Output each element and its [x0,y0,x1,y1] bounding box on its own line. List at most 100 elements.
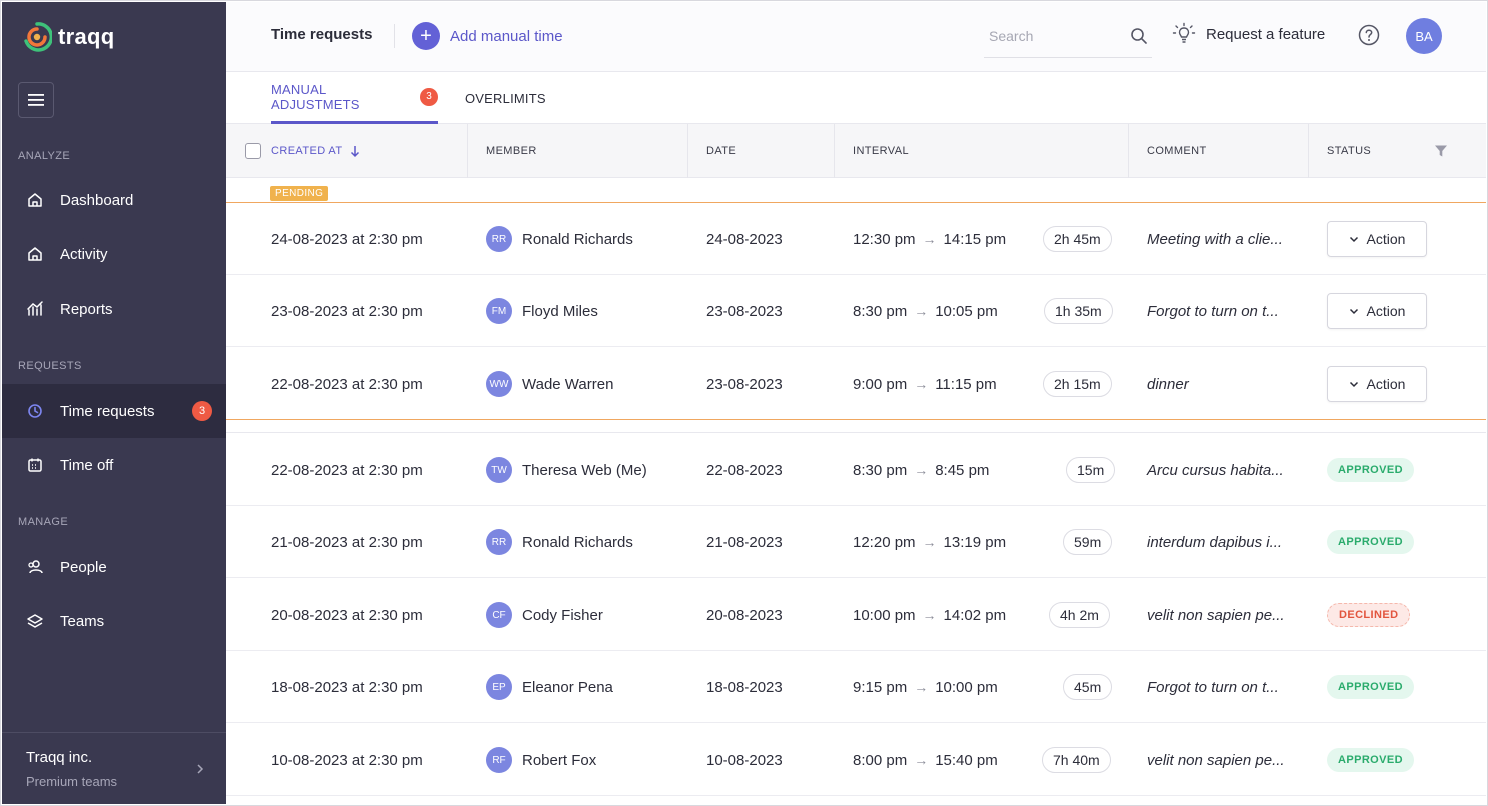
interval-start: 9:00 pm [853,375,908,393]
column-divider [687,124,688,178]
duration-pill: 59m [1063,529,1113,555]
clock-history-icon [28,404,42,418]
comment-cell: dinner [1147,375,1189,393]
date-cell: 21-08-2023 [706,533,783,551]
sidebar: traqq ANALYZE Dashboard Activity Reports… [2,2,226,804]
member-name: Eleanor Pena [522,678,613,696]
date-cell: 10-08-2023 [706,751,783,769]
sidebar-item-reports[interactable]: Reports [2,282,226,336]
logo-text: traqq [58,24,115,49]
home-icon [28,193,42,207]
column-header-created-at[interactable]: CREATED AT [271,124,360,178]
sidebar-item-label: Time off [60,456,114,474]
member-name: Floyd Miles [522,302,598,320]
created-at-cell: 24-08-2023 at 2:30 pm [271,230,423,248]
member-cell: EP Eleanor Pena [486,651,613,723]
chevron-down-icon [1349,236,1358,242]
help-icon[interactable] [1358,24,1380,46]
interval-end: 14:02 pm [943,606,1007,624]
comment-cell: Forgot to turn on t... [1147,302,1279,320]
layers-icon [27,614,43,628]
tab-label: OVERLIMITS [465,90,546,106]
column-label: CREATED AT [271,145,343,157]
interval-end: 10:05 pm [935,302,998,320]
section-label-analyze: ANALYZE [18,150,71,162]
arrow-right-icon: → [922,231,937,247]
section-label-manage: MANAGE [18,516,69,528]
hamburger-icon [28,94,44,106]
table-row[interactable]: 20-08-2023 at 2:30 pm CF Cody Fisher 20-08-… [226,579,1486,651]
comment-cell: Forgot to turn on t... [1147,678,1279,696]
sidebar-item-time-requests[interactable]: Time requests 3 [2,384,226,438]
table-row[interactable]: 18-08-2023 at 2:30 pm EP Eleanor Pena 18-08… [226,651,1486,723]
table-row[interactable]: 10-08-2023 at 2:30 pm RF Robert Fox 10-08-2… [226,724,1486,796]
header-divider [394,24,395,48]
interval-cell: 9:15 pm → 10:00 pm [853,651,998,723]
search-icon[interactable] [1130,27,1148,45]
add-manual-time-button[interactable]: + Add manual time [412,22,563,50]
arrow-right-icon: → [914,376,929,392]
action-dropdown-button[interactable]: Action [1327,293,1427,329]
table-row[interactable]: 24-08-2023 at 2:30 pm RR Ronald Richards 24… [226,203,1486,275]
column-label: STATUS [1327,145,1372,157]
logo[interactable]: traqq [22,20,115,54]
action-label: Action [1366,231,1406,247]
duration-pill: 7h 40m [1042,747,1111,773]
date-cell: 20-08-2023 [706,606,783,624]
chevron-right-icon [197,764,204,774]
sidebar-item-label: People [60,558,107,576]
tab-label: MANUAL ADJUSTMETS [271,81,360,112]
tab-manual-adjustments[interactable]: MANUAL ADJUSTMETS 3 [271,72,438,124]
people-icon [28,560,43,574]
select-all-checkbox[interactable] [245,143,261,159]
comment-cell: velit non sapien pe... [1147,606,1285,624]
sidebar-item-time-off[interactable]: Time off [2,438,226,492]
pending-group-tag: PENDING [270,186,329,201]
table-row[interactable]: 21-08-2023 at 2:30 pm RR Ronald Richards 21… [226,506,1486,578]
interval-start: 8:00 pm [853,751,908,769]
member-avatar: FM [486,298,512,324]
request-feature-button[interactable]: Request a feature [1172,22,1325,46]
column-header-comment: COMMENT [1147,124,1207,178]
sidebar-item-teams[interactable]: Teams [2,594,226,648]
status-badge: DECLINED [1327,603,1411,627]
tab-overlimits[interactable]: OVERLIMITS [465,72,546,124]
member-name: Cody Fisher [522,606,603,624]
column-header-status: STATUS [1327,124,1371,178]
table-row[interactable]: 22-08-2023 at 2:30 pm WW Wade Warren 23-08-… [226,348,1486,420]
chevron-down-icon [1349,381,1358,387]
interval-start: 8:30 pm [853,461,908,479]
request-feature-label: Request a feature [1206,25,1326,43]
column-divider [834,124,835,178]
table-row[interactable]: 23-08-2023 at 2:30 pm FM Floyd Miles 23-08-… [226,275,1486,347]
comment-cell: velit non sapien pe... [1147,751,1285,769]
arrow-right-icon: → [914,303,929,319]
member-avatar: EP [486,674,512,700]
tab-count-badge: 3 [420,87,438,106]
plus-icon: + [412,22,440,50]
duration-pill: 45m [1063,674,1113,700]
sidebar-item-dashboard[interactable]: Dashboard [2,173,226,227]
menu-toggle-button[interactable] [18,82,54,118]
table-row[interactable]: 22-08-2023 at 2:30 pm TW Theresa Web (Me) 2… [226,434,1486,506]
sidebar-item-activity[interactable]: Activity [2,227,226,281]
search-input[interactable] [984,16,1114,56]
group-divider [226,432,1486,433]
action-dropdown-button[interactable]: Action [1327,221,1427,257]
created-at-cell: 21-08-2023 at 2:30 pm [271,533,423,551]
user-avatar[interactable]: BA [1406,18,1442,54]
created-at-cell: 10-08-2023 at 2:30 pm [271,751,423,769]
comment-cell: Arcu cursus habita... [1147,461,1284,479]
interval-end: 14:15 pm [943,230,1007,248]
action-dropdown-button[interactable]: Action [1327,366,1427,402]
column-label: MEMBER [486,145,537,157]
organization-switcher[interactable]: Traqq inc. Premium teams [2,732,226,804]
created-at-cell: 22-08-2023 at 2:30 pm [271,461,423,479]
interval-end: 15:40 pm [935,751,998,769]
status-filter-button[interactable] [1434,124,1448,178]
member-avatar: RR [486,226,512,252]
sidebar-item-people[interactable]: People [2,540,226,594]
sidebar-item-label: Time requests [60,402,155,420]
member-cell: TW Theresa Web (Me) [486,434,647,506]
interval-cell: 8:30 pm → 8:45 pm [853,434,989,506]
